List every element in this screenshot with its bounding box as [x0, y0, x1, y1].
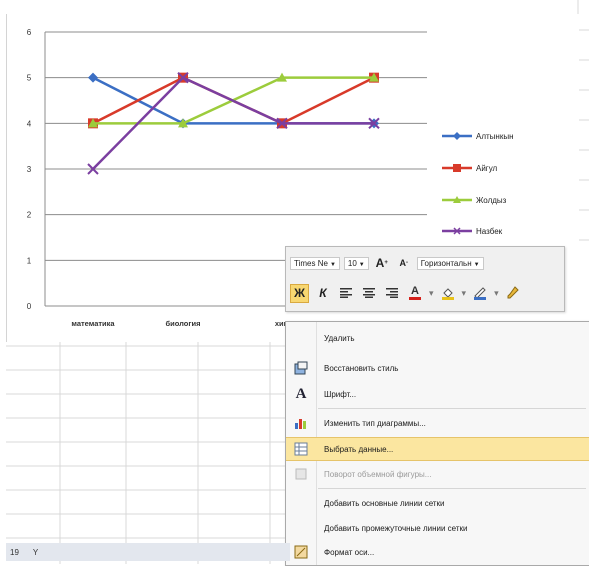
font-color-icon[interactable]: A	[406, 284, 424, 302]
y-tick-label: 0	[27, 302, 32, 311]
dropdown-arrow-icon[interactable]: ▾	[494, 288, 499, 299]
format-axis-icon	[286, 545, 316, 559]
menu-item-format-axis[interactable]: Формат оси...	[286, 541, 589, 563]
y-tick-label: 6	[27, 28, 32, 37]
y-tick-label: 5	[27, 74, 32, 83]
data-point	[88, 72, 98, 83]
format-painter-icon[interactable]	[504, 284, 522, 302]
y-tick-label: 1	[27, 256, 32, 265]
fill-color-icon[interactable]	[439, 284, 457, 302]
x-tick-label: математика	[71, 319, 115, 328]
legend-label: Айгул	[476, 164, 498, 173]
menu-item-delete[interactable]: Удалить	[286, 327, 589, 349]
font-name-dropdown[interactable]: Times Ne ▼	[290, 256, 340, 270]
y-tick-label: 4	[27, 119, 32, 128]
menu-item-3d-rotation: Поворот объемной фигуры...	[286, 463, 589, 485]
y-tick-label: 3	[27, 165, 32, 174]
menu-separator	[318, 488, 586, 489]
menu-separator	[318, 408, 586, 409]
x-tick-label: биология	[166, 319, 201, 328]
menu-item-add-minor-gridlines[interactable]: Добавить промежуточные линии сетки	[286, 517, 589, 539]
menu-item-font[interactable]: A Шрифт...	[286, 383, 589, 405]
status-text: 19	[10, 547, 19, 557]
shrink-font-button[interactable]: A-	[395, 254, 413, 272]
align-center-icon[interactable]	[360, 284, 378, 302]
legend-label: Жолдыз	[476, 196, 507, 205]
reset-style-icon	[286, 361, 316, 375]
legend-label: Алтынкын	[476, 132, 514, 141]
legend-label: Назбек	[476, 227, 503, 236]
legend-marker	[453, 164, 461, 172]
sheet-status-bar: 19 Y	[6, 543, 290, 561]
grow-font-button[interactable]: A +	[373, 254, 391, 272]
chart-type-icon	[286, 416, 316, 430]
align-right-icon[interactable]	[383, 284, 401, 302]
italic-button[interactable]: К	[314, 284, 332, 302]
context-menu: Удалить Восстановить стиль A Шрифт... Из…	[285, 321, 589, 566]
dropdown-arrow-icon[interactable]: ▾	[429, 288, 434, 299]
mini-toolbar: Times Ne ▼ 10 ▼ A + A- Горизонтальн ▼ Ж К A …	[285, 246, 565, 312]
legend-marker	[453, 132, 461, 140]
alignment-dropdown[interactable]: Горизонтальн ▼	[416, 256, 484, 270]
font-size-dropdown[interactable]: 10 ▼	[343, 256, 369, 270]
font-icon: A	[295, 385, 307, 402]
y-tick-label: 2	[27, 211, 32, 220]
bold-button[interactable]: Ж	[290, 283, 309, 303]
select-data-icon	[286, 442, 316, 456]
align-left-icon[interactable]	[337, 284, 355, 302]
outline-color-icon[interactable]	[471, 284, 489, 302]
menu-item-change-chart-type[interactable]: Изменить тип диаграммы...	[286, 412, 589, 434]
status-text: Y	[32, 547, 39, 557]
dropdown-arrow-icon[interactable]: ▾	[462, 288, 467, 299]
menu-item-reset-style[interactable]: Восстановить стиль	[286, 357, 589, 379]
menu-item-add-major-gridlines[interactable]: Добавить основные линии сетки	[286, 492, 589, 514]
rotate-3d-icon	[286, 467, 316, 481]
menu-item-select-data[interactable]: Выбрать данные...	[286, 437, 589, 461]
